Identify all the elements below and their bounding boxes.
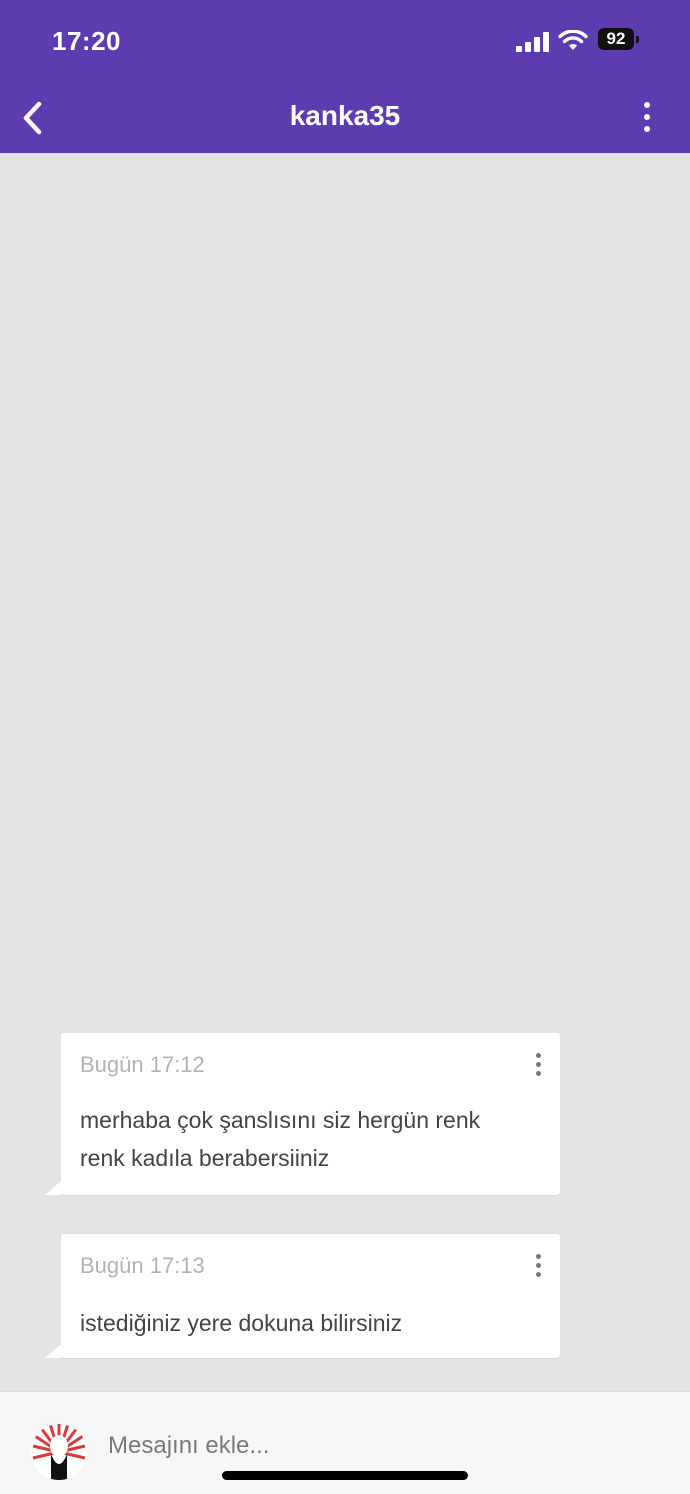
message-menu-button[interactable]: [532, 1053, 544, 1079]
user-avatar-icon: [31, 1424, 87, 1480]
message-text-line: renk kadıla berabersiiniz: [80, 1145, 330, 1171]
wifi-icon: [558, 30, 588, 50]
message-time: Bugün 17:12: [80, 1052, 205, 1077]
avatar[interactable]: [31, 1424, 87, 1480]
bubble-tail: [45, 1344, 61, 1358]
status-time: 17:20: [52, 26, 121, 56]
battery-tip: [636, 36, 639, 43]
message-menu-button[interactable]: [532, 1254, 544, 1280]
message-time: Bugün 17:13: [80, 1253, 205, 1278]
message-bubble[interactable]: Bugün 17:12 merhaba çok şanslısını siz h…: [45, 1033, 560, 1195]
more-options-button[interactable]: [634, 98, 660, 138]
more-vertical-icon: [532, 1053, 544, 1076]
message-text: merhaba çok şanslısını siz hergün renk r…: [80, 1101, 520, 1177]
message-text-line: istediğiniz yere dokuna bilirsiniz: [80, 1310, 403, 1336]
page-title: kanka35: [289, 100, 401, 131]
more-vertical-icon: [634, 102, 660, 132]
battery-icon: 92: [598, 28, 634, 50]
top-bar: 17:20 92 kanka35: [0, 0, 690, 153]
bubble-tail: [45, 1181, 61, 1195]
chat-area[interactable]: Bugün 17:12 merhaba çok şanslısını siz h…: [0, 153, 690, 1391]
more-vertical-icon: [532, 1254, 544, 1277]
message-input[interactable]: [108, 1426, 648, 1466]
message-text: istediğiniz yere dokuna bilirsiniz: [80, 1304, 520, 1342]
message-text-line: merhaba çok şanslısını siz hergün renk: [80, 1107, 481, 1133]
home-indicator: [222, 1471, 468, 1480]
signal-icon: [516, 32, 549, 52]
message-bubble[interactable]: Bugün 17:13 istediğiniz yere dokuna bili…: [45, 1234, 560, 1358]
